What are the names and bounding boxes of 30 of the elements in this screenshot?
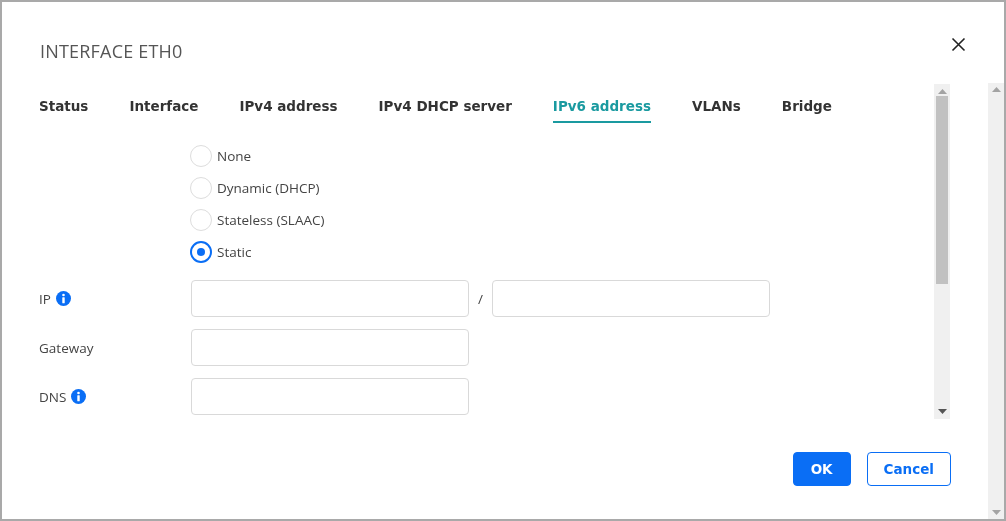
field-label: IP	[39, 289, 51, 308]
tab[interactable]: Interface	[129, 96, 199, 123]
tab[interactable]: Bridge	[781, 96, 832, 123]
input-field[interactable]	[191, 280, 469, 317]
scroll-down-icon[interactable]	[937, 409, 947, 414]
ok-button[interactable]: OK	[792, 452, 851, 486]
input-field[interactable]	[492, 280, 770, 317]
info-icon[interactable]	[55, 291, 71, 306]
cancel-button[interactable]: Cancel	[866, 452, 951, 486]
field-label: DNS	[39, 387, 67, 406]
info-icon[interactable]	[71, 389, 87, 404]
radio-label: None	[217, 147, 252, 165]
tab[interactable]: IPv4 address	[239, 96, 338, 123]
separator-text: /	[477, 289, 484, 308]
tab[interactable]: Status	[39, 96, 89, 123]
tab[interactable]: IPv4 DHCP server	[378, 96, 512, 123]
field-label: Gateway	[39, 338, 94, 357]
tab[interactable]: VLANs	[692, 96, 741, 123]
radio-label: Static	[217, 243, 252, 261]
scroll-up-icon[interactable]	[991, 87, 1001, 92]
radio-button[interactable]	[190, 241, 212, 263]
scroll-up-icon[interactable]	[937, 89, 947, 94]
scrollbar[interactable]	[988, 83, 1004, 519]
close-icon[interactable]	[951, 36, 966, 52]
input-field[interactable]	[191, 378, 469, 415]
radio-label: Dynamic (DHCP)	[217, 179, 320, 197]
scrollbar[interactable]	[934, 84, 950, 419]
radio-label: Stateless (SLAAC)	[217, 211, 325, 229]
dialog-title: INTERFACE ETH0	[40, 39, 183, 63]
input-field[interactable]	[191, 329, 469, 366]
